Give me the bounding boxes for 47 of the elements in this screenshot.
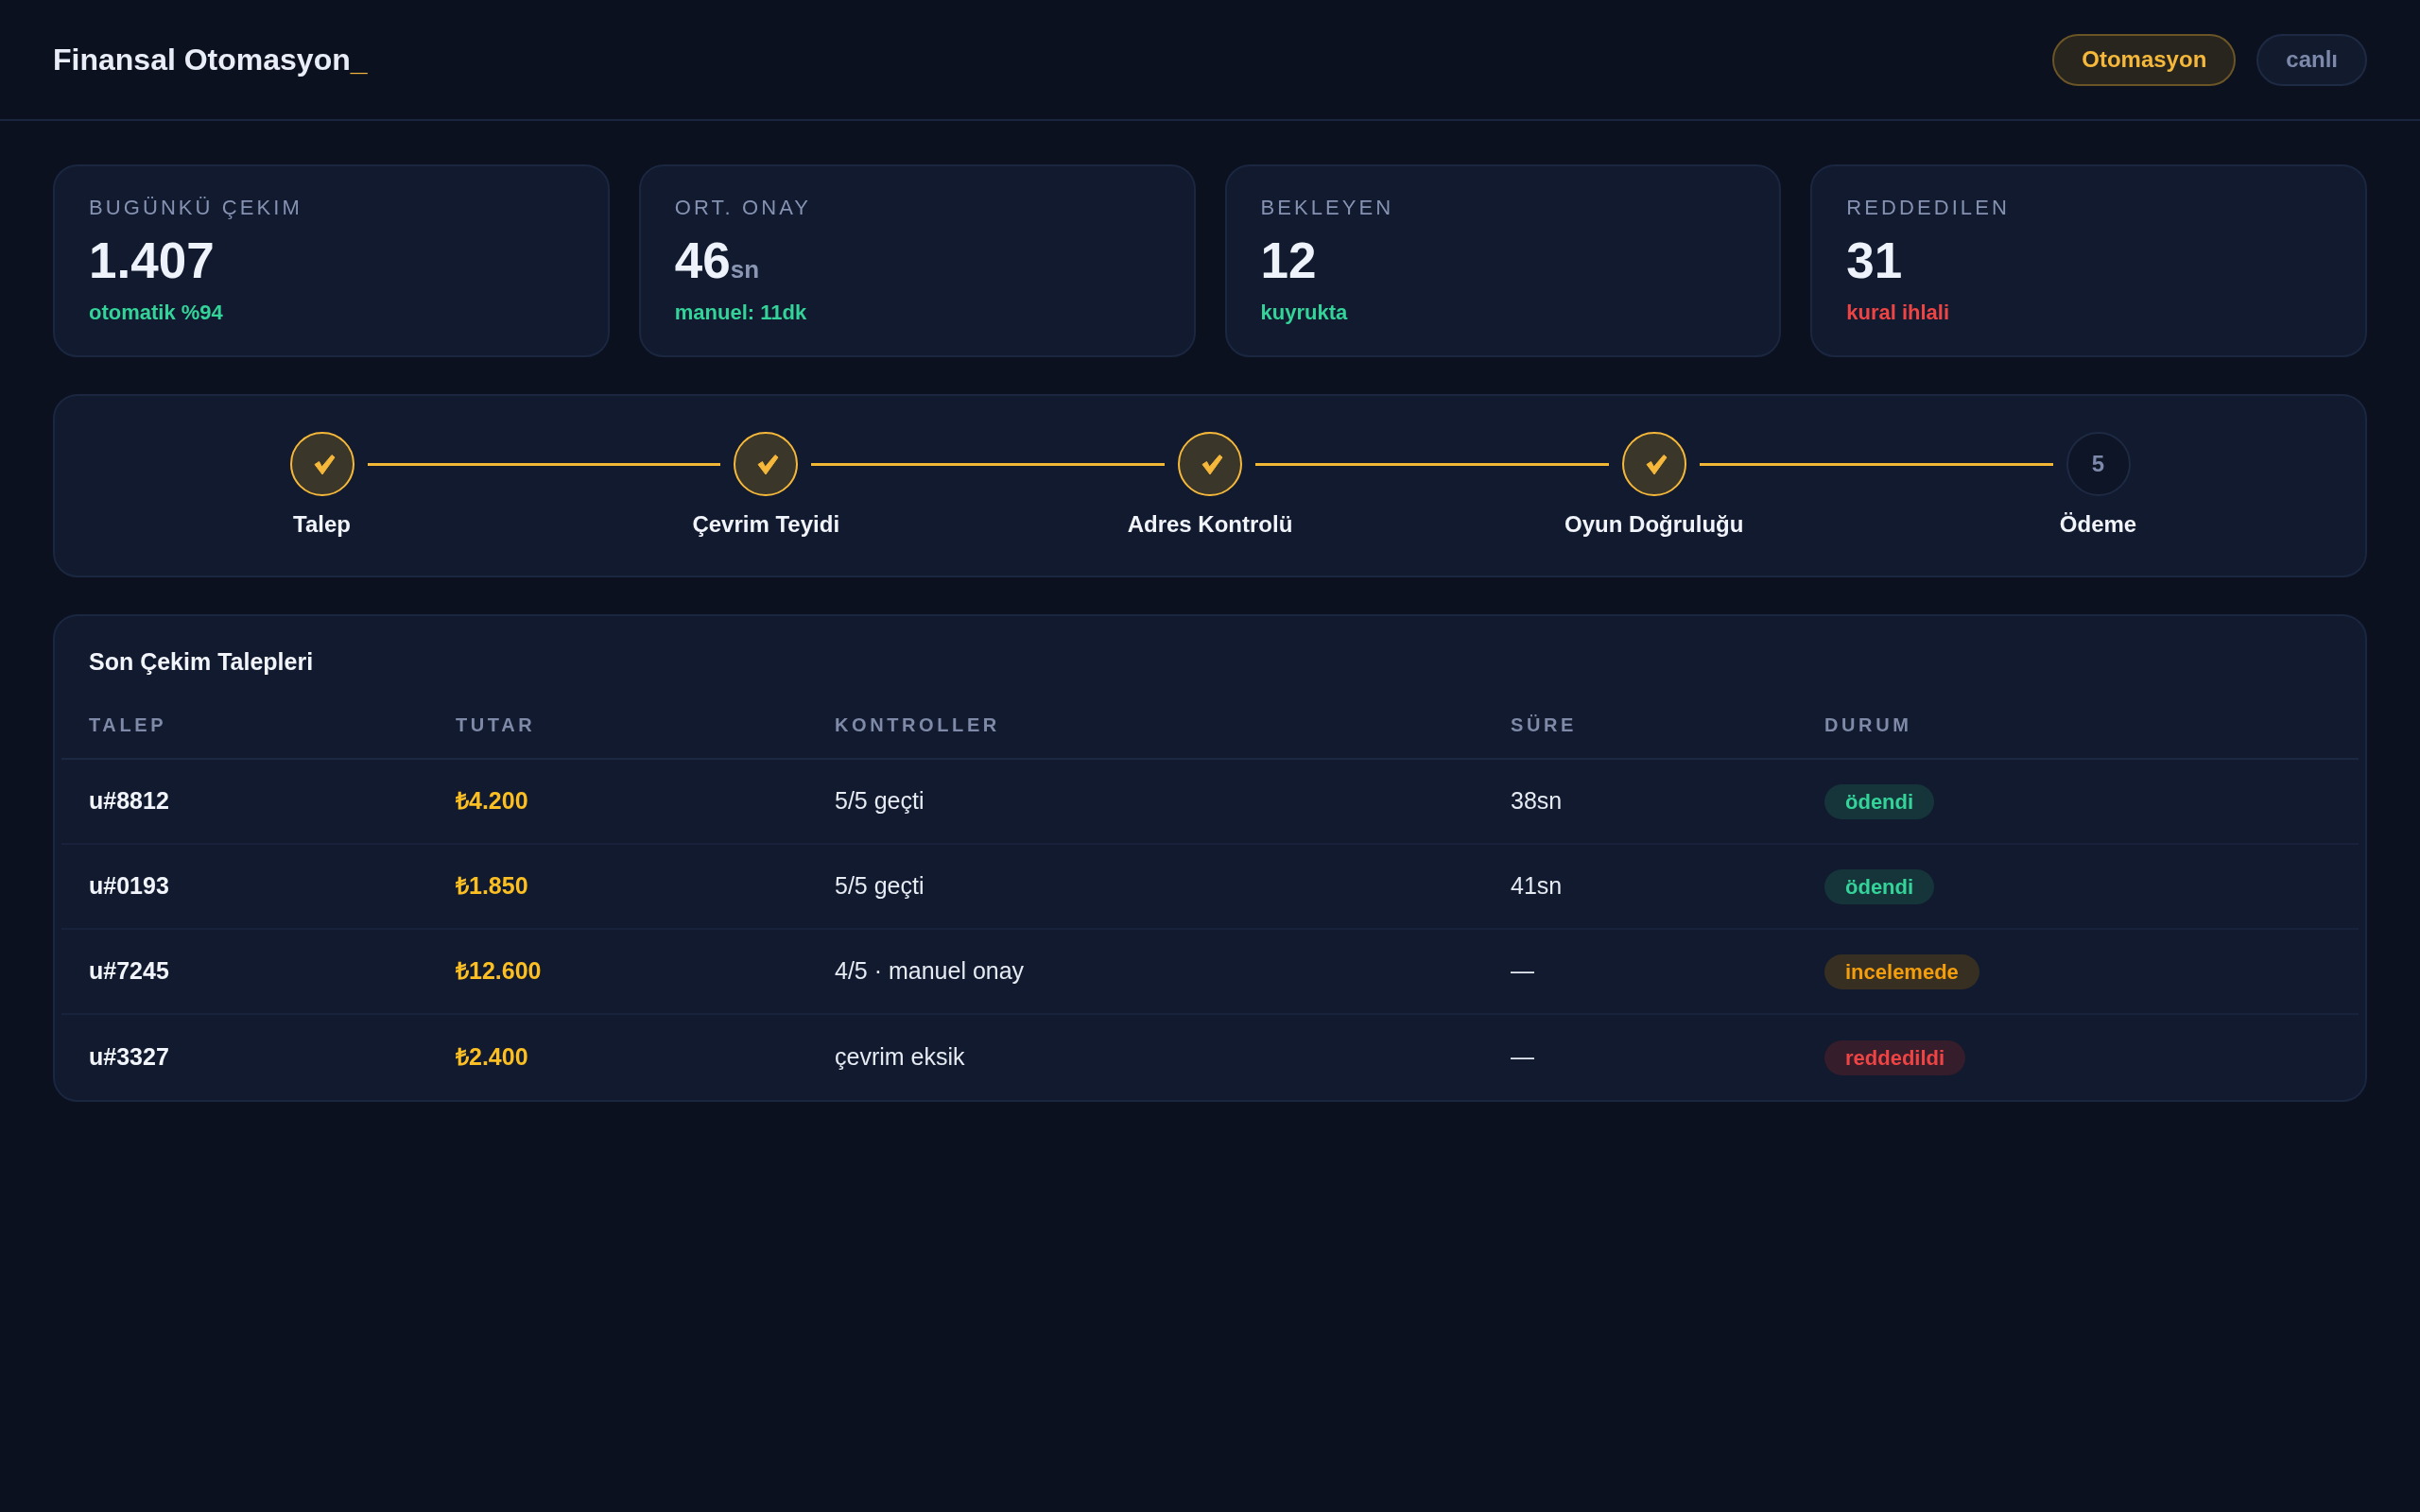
stat-label: ORT. ONAY (674, 196, 811, 220)
table-cell: 38sn (1511, 787, 1563, 815)
stat-note: otomatik %94 (89, 300, 223, 326)
stat-value: 46sn (674, 232, 760, 289)
stat-note: kuyrukta (1260, 300, 1348, 326)
table-cell: çevrim eksik (835, 1043, 965, 1071)
column-header: SÜRE (1511, 714, 1577, 735)
step-number: 5 (2066, 432, 2131, 496)
table-cell: 4/5 · manuel onay (835, 957, 1025, 985)
table-cell: ₺12.600 (456, 957, 542, 985)
stat-label: REDDEDILEN (1846, 196, 2010, 220)
table-cell: u#3327 (89, 1043, 169, 1071)
column-header: TUTAR (456, 714, 536, 735)
table-cell: — (1511, 1043, 1534, 1071)
stat-label: BEKLEYEN (1260, 196, 1394, 220)
mode-toggle[interactable]: Otomasyon (2052, 33, 2237, 86)
step-label: Adres Kontrolü (1127, 511, 1293, 538)
column-header: TALEP (89, 714, 167, 735)
step-label: Talep (293, 511, 351, 538)
table-cell: 41sn (1511, 872, 1563, 900)
table-cell: 5/5 geçti (835, 872, 925, 900)
table-cell: u#7245 (89, 957, 169, 985)
status-badge: reddedildi (1824, 1040, 1966, 1075)
mode-toggle[interactable]: canlı (2256, 33, 2367, 86)
panel-title: Son Çekim Talepleri (88, 647, 315, 677)
step-label: Ödeme (2059, 511, 2137, 538)
stat-note: manuel: 11dk (674, 300, 807, 326)
table-cell: ₺1.850 (456, 872, 528, 900)
status-badge: ödendi (1824, 868, 1935, 904)
stat-note: kural ihlali (1846, 300, 1950, 326)
table-cell: ₺4.200 (456, 787, 528, 815)
status-badge: incelemede (1824, 954, 1979, 989)
app-title: Finansal Otomasyon_ (53, 42, 368, 78)
column-header: KONTROLLER (835, 714, 1000, 735)
stat-value: 31 (1846, 232, 1903, 289)
column-header: DURUM (1824, 714, 1912, 735)
table-cell: ₺2.400 (456, 1043, 528, 1071)
stat-value: 1.407 (89, 232, 215, 289)
step-label: Oyun Doğruluğu (1564, 511, 1744, 538)
status-badge: ödendi (1824, 783, 1935, 819)
table-cell: u#0193 (89, 872, 169, 900)
step-label: Çevrim Teyidi (692, 511, 840, 538)
table-cell: u#8812 (89, 787, 169, 815)
stat-value: 12 (1260, 232, 1317, 289)
table-cell: 5/5 geçti (835, 787, 925, 815)
stat-label: BUGÜNKÜ ÇEKIM (89, 196, 302, 220)
table-cell: — (1511, 957, 1534, 985)
